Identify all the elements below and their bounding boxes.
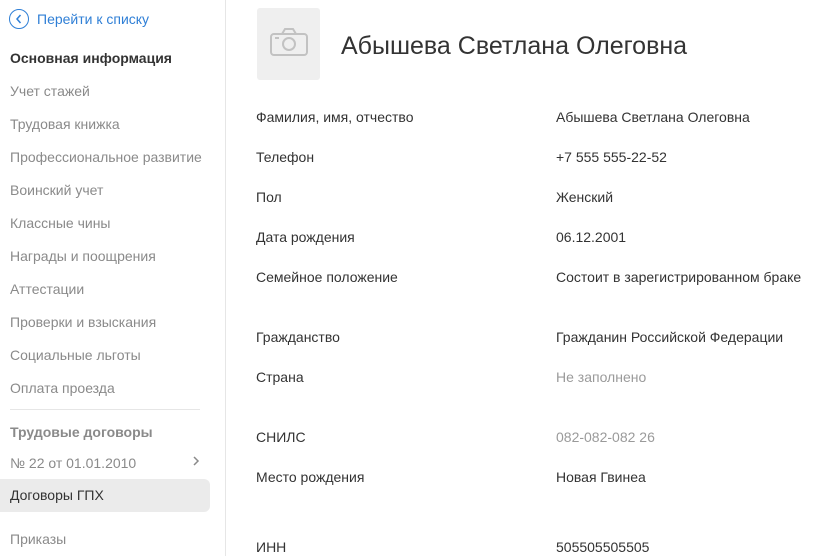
sidebar-item-attestations[interactable]: Аттестации bbox=[10, 280, 84, 298]
field-label-birth-date: Дата рождения bbox=[256, 229, 355, 245]
sidebar-item-orders[interactable]: Приказы bbox=[10, 531, 66, 547]
sidebar-item-awards[interactable]: Награды и поощрения bbox=[10, 247, 156, 265]
field-label-inn: ИНН bbox=[256, 539, 287, 555]
back-link-label: Перейти к списку bbox=[37, 11, 150, 27]
field-label-phone: Телефон bbox=[256, 149, 315, 165]
chevron-right-icon bbox=[192, 454, 200, 472]
sidebar-item-professional-development[interactable]: Профессиональное развитие bbox=[10, 148, 202, 166]
field-value-birth-date: 06.12.2001 bbox=[556, 229, 627, 245]
field-label-birth-place: Место рождения bbox=[256, 469, 365, 485]
sidebar-item-gph-contracts[interactable]: Договоры ГПХ bbox=[0, 479, 210, 512]
field-label-full-name: Фамилия, имя, отчество bbox=[256, 109, 414, 125]
profile-main: Абышева Светлана Олеговна Фамилия, имя, … bbox=[226, 0, 838, 556]
field-value-birth-place: Новая Гвинеа bbox=[556, 469, 646, 485]
contracts-section-title: Трудовые договоры bbox=[10, 424, 153, 440]
sidebar-item-social-benefits[interactable]: Социальные льготы bbox=[10, 346, 141, 364]
field-label-citizenship: Гражданство bbox=[256, 329, 340, 345]
field-value-citizenship: Гражданин Российской Федерации bbox=[556, 329, 784, 345]
field-label-marital-status: Семейное положение bbox=[256, 269, 398, 285]
sidebar: Перейти к списку Основная информация Уче… bbox=[0, 0, 226, 556]
sidebar-divider bbox=[10, 409, 200, 410]
field-label-snils: СНИЛС bbox=[256, 429, 306, 445]
gph-label: Договоры ГПХ bbox=[10, 487, 104, 503]
field-value-phone: +7 555 555-22-52 bbox=[556, 149, 667, 165]
sidebar-item-work-book[interactable]: Трудовая книжка bbox=[10, 115, 120, 133]
field-value-gender: Женский bbox=[556, 189, 614, 205]
sidebar-item-basic-info[interactable]: Основная информация bbox=[10, 49, 172, 67]
field-value-full-name: Абышева Светлана Олеговна bbox=[556, 109, 750, 125]
sidebar-item-class-ranks[interactable]: Классные чины bbox=[10, 214, 111, 232]
back-to-list-link[interactable]: Перейти к списку bbox=[9, 7, 149, 31]
sidebar-item-military-registration[interactable]: Воинский учет bbox=[10, 181, 103, 199]
sidebar-item-inspections[interactable]: Проверки и взыскания bbox=[10, 313, 156, 331]
field-value-marital-status: Состоит в зарегистрированном браке bbox=[556, 269, 802, 285]
avatar[interactable] bbox=[257, 8, 320, 80]
field-label-gender: Пол bbox=[256, 189, 282, 205]
page-title: Абышева Светлана Олеговна bbox=[341, 32, 688, 60]
field-value-inn: 505505505505 bbox=[556, 539, 650, 555]
field-value-country: Не заполнено bbox=[556, 369, 647, 385]
sidebar-item-seniority[interactable]: Учет стажей bbox=[10, 82, 90, 100]
field-value-snils: 082-082-082 26 bbox=[556, 429, 655, 445]
contract-item-label: № 22 от 01.01.2010 bbox=[10, 455, 137, 471]
camera-icon bbox=[269, 27, 309, 62]
contract-item[interactable]: № 22 от 01.01.2010 bbox=[10, 454, 200, 472]
chevron-left-icon bbox=[9, 9, 29, 29]
sidebar-item-travel-payment[interactable]: Оплата проезда bbox=[10, 379, 115, 397]
field-label-country: Страна bbox=[256, 369, 304, 385]
